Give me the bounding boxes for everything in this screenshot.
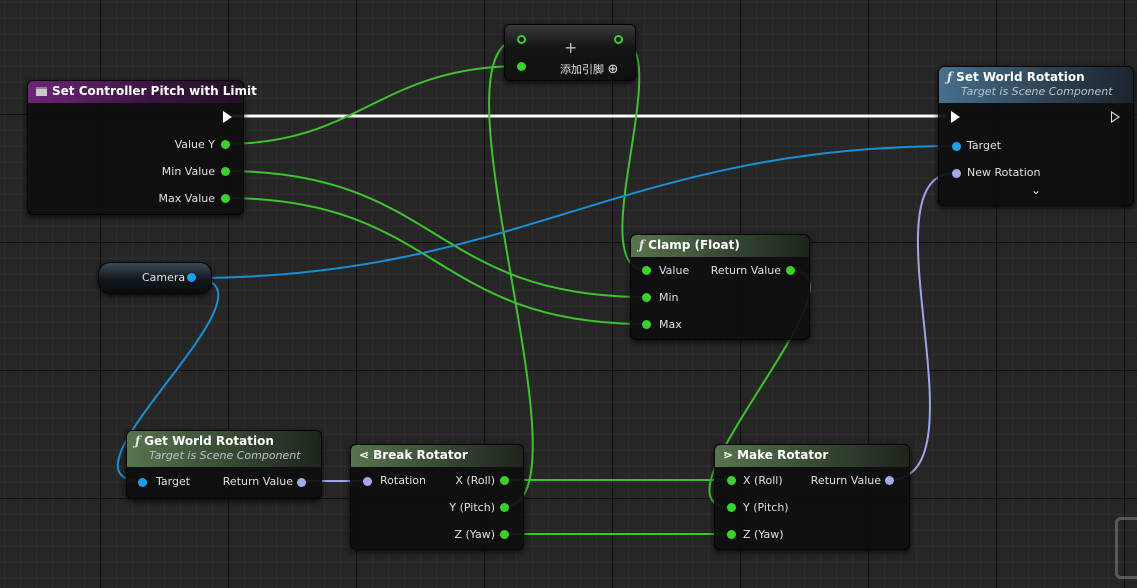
pin-min-value[interactable]	[221, 167, 230, 176]
node-set-world-rotation[interactable]: ƒ Set World Rotation Target is Scene Comp…	[938, 66, 1134, 206]
function-icon: ƒ	[639, 238, 645, 252]
pin-rotation[interactable]	[363, 477, 372, 486]
pin-label-new-rotation: New Rotation	[967, 166, 1041, 179]
pin-value-y[interactable]	[221, 140, 230, 149]
make-struct-icon: ⋗	[723, 448, 734, 462]
node-camera-variable[interactable]: Camera	[98, 262, 212, 294]
pin-label-value-y: Value Y	[174, 138, 215, 151]
pin-label-return-value: Return Value	[810, 474, 881, 487]
node-title: Clamp (Float)	[648, 238, 740, 252]
pin-return-value[interactable]	[885, 476, 894, 485]
node-make-rotator[interactable]: ⋗ Make Rotator X (Roll) Return Value Y (P…	[714, 444, 910, 550]
pin-label-max: Max	[659, 318, 682, 331]
add-circle-icon: ⊕	[607, 62, 619, 77]
camera-label: Camera	[142, 271, 186, 284]
node-header: ƒ Clamp (Float)	[631, 235, 809, 257]
wire-max-value[interactable]	[224, 197, 647, 325]
node-header: ⋗ Make Rotator	[715, 445, 909, 467]
pin-x-roll[interactable]	[500, 476, 509, 485]
pin-label-y-pitch: Y (Pitch)	[449, 501, 495, 514]
pin-y-pitch[interactable]	[500, 503, 509, 512]
pin-z-yaw[interactable]	[500, 530, 509, 539]
pin-label-target: Target	[156, 475, 191, 488]
pin-label-return-value: Return Value	[710, 264, 781, 277]
pin-label-min-value: Min Value	[161, 165, 215, 178]
expand-chevron-icon[interactable]: ⌄	[1031, 183, 1041, 197]
wire-break-y[interactable]	[488, 38, 534, 508]
node-header: ƒ Get World Rotation Target is Scene Comp…	[127, 431, 321, 467]
node-add-pin[interactable]: + 添加引脚 ⊕	[504, 24, 636, 81]
node-title: Break Rotator	[373, 448, 468, 462]
add-pin-button[interactable]: 添加引脚 ⊕	[560, 62, 619, 77]
pin-camera-out[interactable]	[187, 273, 196, 282]
pin-label-x-roll: X (Roll)	[743, 474, 783, 487]
node-clamp-float[interactable]: ƒ Clamp (Float) Value Return Value Min Ma…	[630, 234, 810, 340]
pin-target[interactable]	[138, 478, 147, 487]
pin-label-z-yaw: Z (Yaw)	[454, 528, 495, 541]
pin-min[interactable]	[642, 293, 651, 302]
node-subtitle: Target is Scene Component	[961, 85, 1113, 98]
pin-label-x-roll: X (Roll)	[455, 474, 495, 487]
exec-out-pin[interactable]	[223, 111, 232, 123]
pin-label-min: Min	[659, 291, 679, 304]
pin-return-value[interactable]	[297, 478, 306, 487]
pin-output[interactable]	[614, 35, 623, 44]
pin-input-b[interactable]	[517, 62, 526, 71]
pin-input-a[interactable]	[517, 35, 526, 44]
pin-z-yaw[interactable]	[727, 530, 736, 539]
node-title: Get World Rotation	[144, 434, 274, 448]
wire-min-value[interactable]	[224, 170, 647, 298]
pin-label-y-pitch: Y (Pitch)	[743, 501, 789, 514]
pin-label-rotation: Rotation	[380, 474, 427, 487]
wire-value-y[interactable]	[224, 65, 522, 145]
pin-label-max-value: Max Value	[158, 192, 215, 205]
node-set-controller-pitch[interactable]: Set Controller Pitch with Limit Value Y …	[27, 80, 257, 215]
pin-target[interactable]	[952, 142, 961, 151]
function-icon: ƒ	[947, 70, 953, 84]
pin-label-z-yaw: Z (Yaw)	[743, 528, 784, 541]
node-title: Set World Rotation	[956, 70, 1085, 84]
pin-label-target: Target	[967, 139, 1002, 152]
pin-y-pitch[interactable]	[727, 503, 736, 512]
pin-label-value: Value	[659, 264, 690, 277]
wire-camera-target[interactable]	[190, 145, 956, 279]
node-header: Set Controller Pitch with Limit	[28, 81, 257, 103]
node-break-rotator[interactable]: ⋖ Break Rotator Rotation X (Roll) Y (Pitc…	[350, 444, 524, 550]
pin-new-rotation[interactable]	[952, 169, 961, 178]
plus-icon: +	[564, 38, 578, 57]
pin-max[interactable]	[642, 320, 651, 329]
break-struct-icon: ⋖	[359, 448, 370, 462]
node-title: Make Rotator	[737, 448, 829, 462]
node-header: ⋖ Break Rotator	[351, 445, 523, 467]
pin-x-roll[interactable]	[727, 476, 736, 485]
pin-value[interactable]	[642, 266, 651, 275]
pin-label-return-value: Return Value	[222, 475, 293, 488]
node-get-world-rotation[interactable]: ƒ Get World Rotation Target is Scene Comp…	[126, 430, 322, 499]
node-title: Set Controller Pitch with Limit	[52, 84, 257, 98]
node-header: ƒ Set World Rotation Target is Scene Comp…	[939, 67, 1133, 103]
wire-make-return[interactable]	[888, 172, 956, 481]
add-pin-label: 添加引脚	[560, 63, 604, 76]
exec-out-pin[interactable]	[1111, 111, 1120, 123]
pin-return-value[interactable]	[786, 266, 795, 275]
exec-in-pin[interactable]	[951, 111, 960, 123]
pin-max-value[interactable]	[221, 194, 230, 203]
node-subtitle: Target is Scene Component	[149, 449, 301, 462]
event-square-icon	[36, 87, 47, 96]
function-icon: ƒ	[135, 434, 141, 448]
offscreen-node-edge	[1115, 517, 1137, 579]
